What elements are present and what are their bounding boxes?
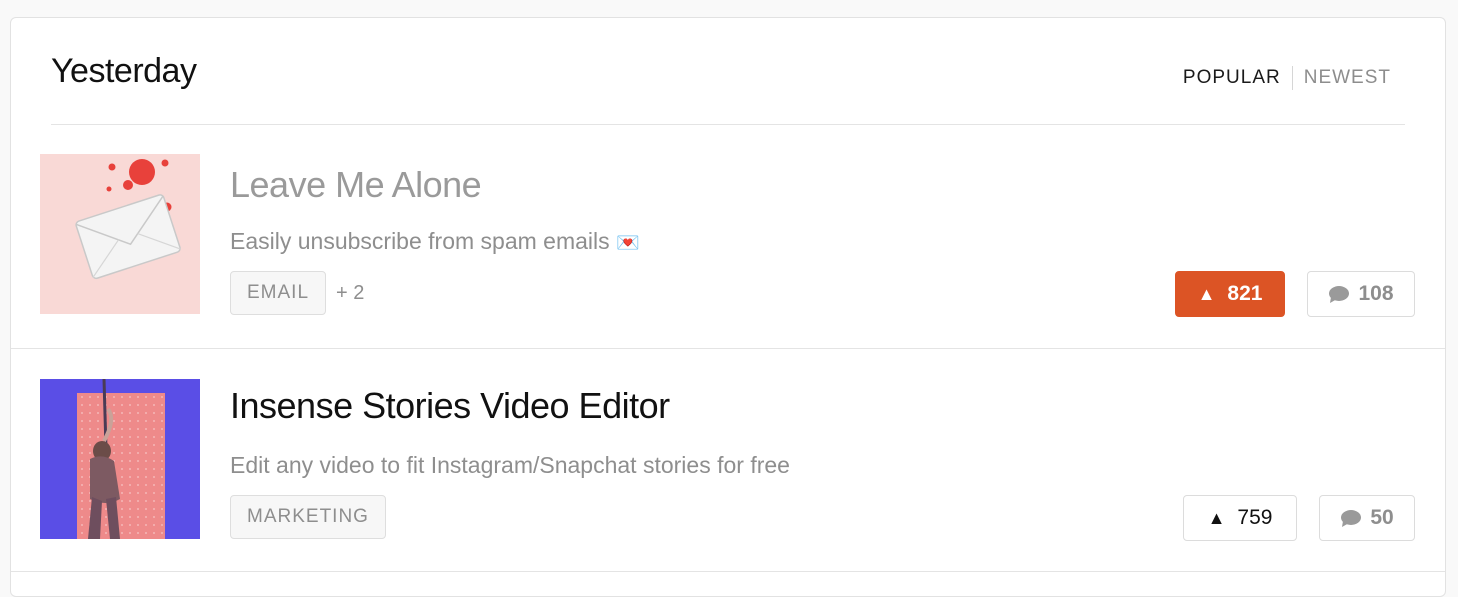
post-title[interactable]: Leave Me Alone xyxy=(230,164,482,206)
post-item[interactable]: Insense Stories Video Editor Edit any vi… xyxy=(11,349,1445,572)
upvote-triangle-icon: ▲ xyxy=(1207,507,1226,528)
upvote-button[interactable]: ▲ 759 xyxy=(1183,495,1297,541)
comment-count: 50 xyxy=(1370,506,1394,529)
love-letter-icon: 💌 xyxy=(616,233,640,254)
post-thumbnail[interactable] xyxy=(40,379,200,539)
upvote-triangle-icon: ▲ xyxy=(1197,283,1216,304)
post-title[interactable]: Insense Stories Video Editor xyxy=(230,385,670,427)
person-photo-icon xyxy=(77,379,165,539)
comment-bubble-icon xyxy=(1341,509,1362,527)
section-header: Yesterday POPULAR NEWEST xyxy=(51,18,1405,125)
tag-email[interactable]: EMAIL xyxy=(230,271,327,315)
vote-count: 759 xyxy=(1237,506,1273,529)
upvote-button[interactable]: ▲ 821 xyxy=(1175,271,1285,317)
more-tags[interactable]: + 2 xyxy=(336,282,364,305)
post-actions: ▲ 821 108 xyxy=(1175,271,1415,317)
post-tagline-text: Easily unsubscribe from spam emails xyxy=(230,228,610,254)
tab-popular[interactable]: POPULAR xyxy=(1183,67,1281,89)
post-actions: ▲ 759 50 xyxy=(1183,495,1415,541)
post-tagline: Edit any video to fit Instagram/Snapchat… xyxy=(230,452,790,478)
sort-tabs: POPULAR NEWEST xyxy=(1183,66,1391,90)
tag-marketing[interactable]: MARKETING xyxy=(230,495,386,539)
post-tagline: Easily unsubscribe from spam emails 💌 xyxy=(230,228,640,255)
section-title: Yesterday xyxy=(51,52,197,90)
vote-count: 821 xyxy=(1227,282,1263,305)
post-thumbnail[interactable] xyxy=(40,154,200,314)
tab-newest[interactable]: NEWEST xyxy=(1304,67,1391,89)
comments-button[interactable]: 108 xyxy=(1307,271,1415,317)
posts-card: Yesterday POPULAR NEWEST Leave Me Alone … xyxy=(10,17,1446,597)
comments-button[interactable]: 50 xyxy=(1319,495,1415,541)
post-tags: EMAIL + 2 xyxy=(230,271,364,315)
post-tags: MARKETING xyxy=(230,495,386,539)
comment-count: 108 xyxy=(1358,282,1394,305)
sort-divider xyxy=(1291,66,1293,90)
comment-bubble-icon xyxy=(1329,285,1350,303)
post-item[interactable]: Leave Me Alone Easily unsubscribe from s… xyxy=(11,124,1445,349)
envelope-icon xyxy=(75,159,181,280)
